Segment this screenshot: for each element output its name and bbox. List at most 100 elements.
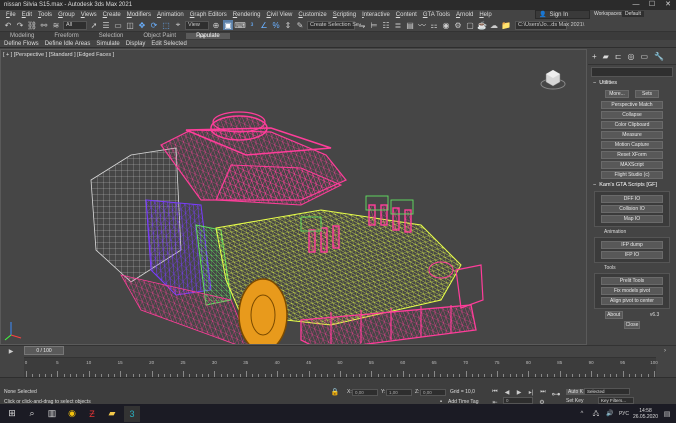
pivot-center-icon[interactable]: ⊕ [211,20,221,30]
named-selection-sets-dropdown[interactable]: Create Selection Se [307,20,359,30]
y-coordinate-field[interactable]: 1,00 [386,389,412,396]
explorer-icon[interactable]: ▰ [104,406,120,422]
language-indicator[interactable]: РУС [619,411,629,417]
schematic-view-icon[interactable]: ⚏ [429,20,439,30]
collapse-icon[interactable]: − [593,80,596,86]
workspace-select[interactable]: Default [622,11,644,17]
lock-selection-icon[interactable]: 🔒 [330,387,340,397]
select-by-name-icon[interactable]: ☰ [101,20,111,30]
utility-flight-studio-c-button[interactable]: Flight Studio (c) [601,171,663,179]
menu-tools[interactable]: Tools [38,12,58,18]
gta-map-io-button[interactable]: Map IO [601,215,663,223]
utility-collapse-button[interactable]: Collapse [601,111,663,119]
menu-animation[interactable]: Animation [157,12,190,18]
create-tab-icon[interactable]: + [592,52,597,61]
ribbon-item-define-idle-areas[interactable]: Define Idle Areas [45,41,91,47]
tools-fix-models-pivot-button[interactable]: Fix models pivot [601,287,663,295]
menu-gta-tools[interactable]: GTA Tools [423,12,456,18]
folder-icon[interactable]: 📁 [501,20,511,30]
ribbon-item-display[interactable]: Display [126,41,146,47]
angle-snap-icon[interactable]: ∠ [259,20,269,30]
bind-space-warp-icon[interactable]: ≋ [51,20,61,30]
gta-dff-io-button[interactable]: DFF IO [601,195,663,203]
ribbon-options-icon[interactable]: ●▾ [197,32,207,40]
perspective-viewport[interactable]: [ + ] [Perspective ] [Standard ] [Edged … [0,49,587,345]
menu-edit[interactable]: Edit [22,12,38,18]
menu-civil-view[interactable]: Civil View [266,12,298,18]
about-button[interactable]: About [604,311,623,319]
select-manipulate-icon[interactable]: ▣ [223,20,233,30]
utility-measure-button[interactable]: Measure [601,131,663,139]
menu-file[interactable]: File [6,12,22,18]
current-frame-field[interactable]: 0 [503,397,533,404]
mirror-icon[interactable]: ⇋ [357,20,367,30]
select-scale-icon[interactable]: ⬚ [161,20,171,30]
close-icon[interactable]: ✕ [660,0,676,10]
curve-editor-icon[interactable]: 〰 [417,20,427,30]
ribbon-toggle-icon[interactable]: ▤ [405,20,415,30]
hierarchy-tab-icon[interactable]: ⊏ [615,52,622,61]
redo-icon[interactable]: ↷ [15,20,25,30]
snaps-toggle-icon[interactable]: ³ [247,20,257,30]
key-filters-button[interactable]: Key Filters... [598,397,634,404]
window-crossing-icon[interactable]: ◫ [125,20,135,30]
set-key-icon[interactable]: ⊶ [551,389,561,399]
render-icon[interactable]: ☕ [477,20,487,30]
link-icon[interactable]: ⛓ [27,20,37,30]
maximize-icon[interactable]: ☐ [644,0,660,10]
open-mini-curve-editor-icon[interactable]: ▶ [6,346,16,356]
select-rotate-icon[interactable]: ⟳ [149,20,159,30]
ribbon-item-simulate[interactable]: Simulate [96,41,119,47]
selected-dropdown[interactable]: Selected [584,388,630,395]
menu-customize[interactable]: Customize [298,12,332,18]
reference-coordinate-dropdown[interactable]: View [185,20,209,30]
material-editor-icon[interactable]: ◉ [441,20,451,30]
motion-tab-icon[interactable]: ◎ [628,52,635,61]
chrome-icon[interactable]: ◉ [64,406,80,422]
undo-icon[interactable]: ↶ [3,20,13,30]
menu-content[interactable]: Content [396,12,423,18]
select-object-icon[interactable]: ➚ [89,20,99,30]
utility-color-clipboard-button[interactable]: Color Clipboard [601,121,663,129]
spinner-snap-icon[interactable]: ⇕ [283,20,293,30]
3ds-max-icon[interactable]: 3 [124,405,140,422]
render-cloud-icon[interactable]: ☁ [489,20,499,30]
edit-named-selection-icon[interactable]: ✎ [295,20,305,30]
keyboard-shortcut-icon[interactable]: ⌨ [234,20,246,30]
placement-icon[interactable]: ⌖ [173,20,183,30]
rendered-frame-window-icon[interactable]: ▢ [465,20,475,30]
rectangular-selection-icon[interactable]: ▭ [113,20,123,30]
volume-icon[interactable]: 🔊 [605,409,615,419]
task-view-icon[interactable]: ▥ [44,406,60,422]
windows-start-icon[interactable]: ⊞ [4,406,20,422]
utility-reset-xform-button[interactable]: Reset XForm [601,151,663,159]
render-setup-icon[interactable]: ⚙ [453,20,463,30]
search-icon[interactable]: ⌕ [24,406,40,422]
project-path-dropdown[interactable]: C:\Users\Jo...ds Max 2021\ [515,20,584,30]
anim-ifp-dump-button[interactable]: IFP dump [601,241,663,249]
z-coordinate-field[interactable]: 0,00 [420,389,446,396]
percent-snap-icon[interactable]: % [271,20,281,30]
object-name-field[interactable] [591,67,673,77]
time-slider-track[interactable] [0,345,676,357]
menu-graph-editors[interactable]: Graph Editors [190,12,233,18]
menu-group[interactable]: Group [58,12,81,18]
utility-perspective-match-button[interactable]: Perspective Match [601,101,663,109]
collapse-icon[interactable]: − [593,182,596,188]
menu-help[interactable]: Help [479,12,497,18]
auto-key-button[interactable]: Auto K [566,389,586,395]
play-icon[interactable]: ▶ [514,387,524,397]
time-slider[interactable]: 0 / 100 [24,346,64,355]
car-wireframe-model[interactable] [1,50,587,345]
tray-arrow-icon[interactable]: ^ [577,409,587,419]
layer-explorer-icon[interactable]: ≣ [393,20,403,30]
menu-scripting[interactable]: Scripting [333,12,362,18]
close-button[interactable]: Close [624,321,640,329]
go-to-start-icon[interactable]: ⏮ [490,387,500,397]
ribbon-tab-object-paint[interactable]: Object Paint [133,33,186,39]
tools-prelit-tools-button[interactable]: Prelit Tools [601,277,663,285]
utility-maxscript-button[interactable]: MAXScript [601,161,663,169]
unlink-icon[interactable]: ⚯ [39,20,49,30]
utilities-tab-icon[interactable]: 🔧 [654,52,664,61]
menu-modifiers[interactable]: Modifiers [127,12,157,18]
